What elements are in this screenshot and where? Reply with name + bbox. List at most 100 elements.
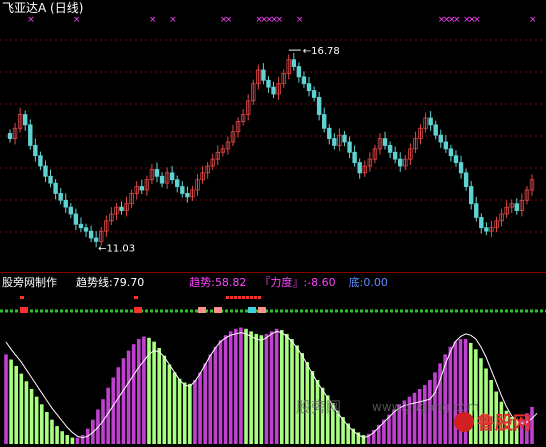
candle-body — [352, 151, 357, 163]
histogram-bar — [269, 331, 274, 444]
candle-body — [514, 203, 519, 211]
candle-body — [347, 141, 352, 153]
candle-body — [169, 172, 175, 181]
sell-marker: × — [453, 15, 461, 25]
histogram-bar — [131, 344, 136, 444]
force-label: 『力度』 — [259, 276, 304, 289]
candle-body — [398, 158, 403, 167]
candle-body — [154, 169, 160, 177]
histogram-bar — [259, 335, 264, 444]
bottom-label: 底 — [348, 276, 360, 289]
candle-body — [63, 199, 68, 208]
histogram-bar — [193, 380, 197, 444]
candle-body — [438, 134, 443, 143]
histogram-bar — [249, 331, 253, 444]
trend-value: 58.82 — [214, 276, 247, 289]
candle-body — [468, 186, 474, 205]
force-value: -8.60 — [307, 276, 336, 289]
histogram-bar — [218, 340, 223, 444]
candle-body — [392, 151, 398, 160]
sell-marker: × — [73, 15, 81, 25]
candle-body — [266, 79, 271, 88]
histogram-bar — [14, 365, 19, 444]
low-price-label: ←11.03 — [98, 243, 135, 254]
sell-marker: × — [473, 15, 481, 25]
sell-marker: × — [276, 15, 284, 25]
signal-strip — [0, 296, 546, 313]
candle-body — [261, 69, 266, 81]
candle-body — [463, 172, 469, 187]
histogram-bar — [254, 333, 259, 444]
histogram-bar — [167, 364, 172, 444]
panel-divider — [0, 272, 546, 273]
candlestick-chart[interactable]: ←16.78←11.03× × × × ×× ××××× × ×××× ××× × — [0, 0, 546, 272]
candle-body — [48, 175, 53, 184]
candle-body — [28, 124, 33, 146]
candle-body — [296, 66, 302, 78]
sell-marker: × — [296, 15, 304, 25]
signal-dot — [234, 296, 237, 299]
histogram-bar — [422, 385, 427, 444]
histogram-bar — [213, 346, 218, 444]
candle-body — [73, 213, 79, 225]
histogram-bar — [157, 348, 162, 444]
histogram-bar — [60, 431, 64, 444]
histogram-bar — [203, 363, 207, 444]
histogram-bar — [448, 346, 453, 444]
histogram-bar — [142, 336, 146, 444]
watermark-brand: 鲁股网 — [454, 409, 531, 435]
candle-body — [433, 124, 438, 136]
candle-body — [484, 227, 489, 232]
candle-body — [291, 59, 297, 67]
trend-line-label: 趋势线 — [76, 276, 109, 289]
source-label: 股旁网制作 — [2, 276, 57, 289]
signal-dot — [242, 296, 245, 299]
brand-logo-icon — [454, 412, 474, 432]
histogram-bar — [34, 396, 39, 444]
histogram-bar — [295, 345, 299, 444]
trend-label: 趋势 — [189, 276, 212, 289]
histogram-bar — [223, 335, 228, 444]
candle-body — [479, 217, 484, 229]
candle-body — [23, 114, 28, 126]
histogram-bar — [55, 426, 59, 444]
signal-dot — [246, 296, 249, 299]
histogram-bar — [279, 330, 284, 444]
histogram-bar — [80, 435, 85, 444]
candle-body — [83, 227, 89, 232]
candle-body — [180, 186, 185, 194]
histogram-bar — [19, 373, 24, 444]
sell-marker: × — [27, 15, 35, 25]
histogram-bar — [417, 388, 422, 444]
candle-body — [322, 114, 327, 129]
histogram-bar — [121, 358, 126, 444]
histogram-bar — [228, 331, 233, 444]
stock-name: 飞亚达A — [2, 1, 47, 15]
candle-body — [58, 193, 63, 201]
indicator-header: 股旁网制作 趋势线:79.70 趋势:58.82 『力度』:-8.60 底:0.… — [2, 276, 388, 289]
histogram-bar — [290, 339, 294, 444]
signal-dot — [20, 296, 24, 299]
candle-body — [159, 175, 165, 184]
signal-dot — [226, 296, 229, 299]
histogram-bar — [274, 328, 279, 444]
trend-line-value: 79.70 — [112, 276, 145, 289]
histogram-bar — [188, 383, 192, 444]
candle-body — [88, 230, 94, 239]
bottom-value: 0.00 — [363, 276, 388, 289]
candle-body — [387, 145, 393, 153]
histogram-bar — [70, 437, 75, 444]
histogram-bar — [198, 372, 202, 444]
brand-name: 鲁股网 — [477, 413, 531, 434]
histogram-bar — [234, 328, 238, 444]
histogram-bar — [75, 437, 80, 444]
histogram-bar — [111, 377, 116, 444]
candle-body — [443, 141, 449, 150]
histogram-bar — [392, 409, 396, 444]
histogram-bar — [65, 435, 70, 444]
candle-body — [311, 90, 317, 98]
candle-body — [342, 134, 347, 143]
histogram-bar — [29, 388, 34, 444]
signal-dot — [250, 296, 253, 299]
candle-body — [185, 193, 190, 198]
